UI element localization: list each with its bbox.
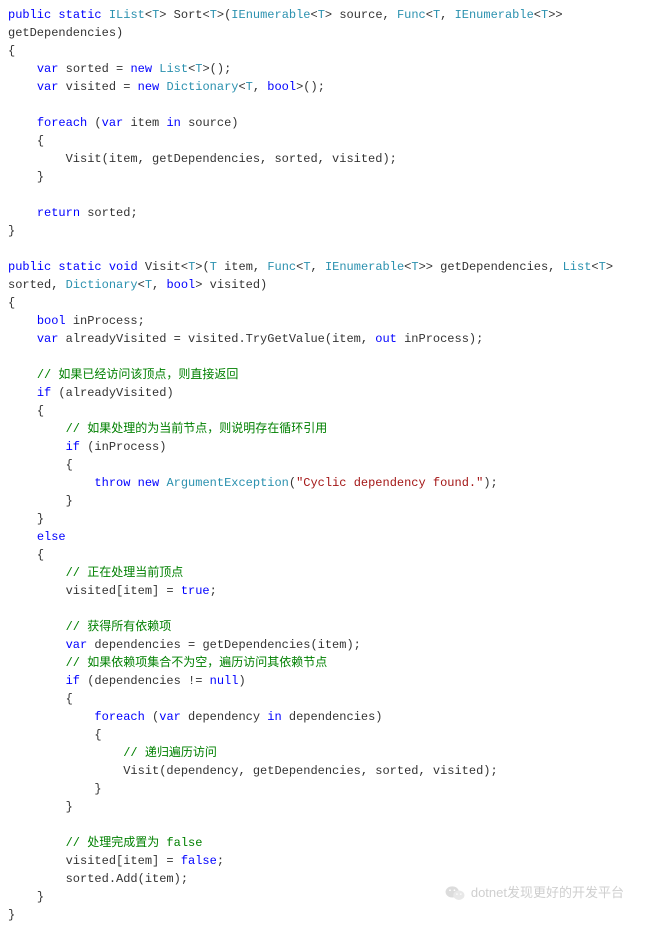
code-block: public static IList<T> Sort<T>(IEnumerab… xyxy=(8,6,640,924)
watermark: dotnet发现更好的开发平台 xyxy=(445,884,624,902)
watermark-text: dotnet发现更好的开发平台 xyxy=(471,884,624,902)
wechat-icon xyxy=(445,884,465,902)
